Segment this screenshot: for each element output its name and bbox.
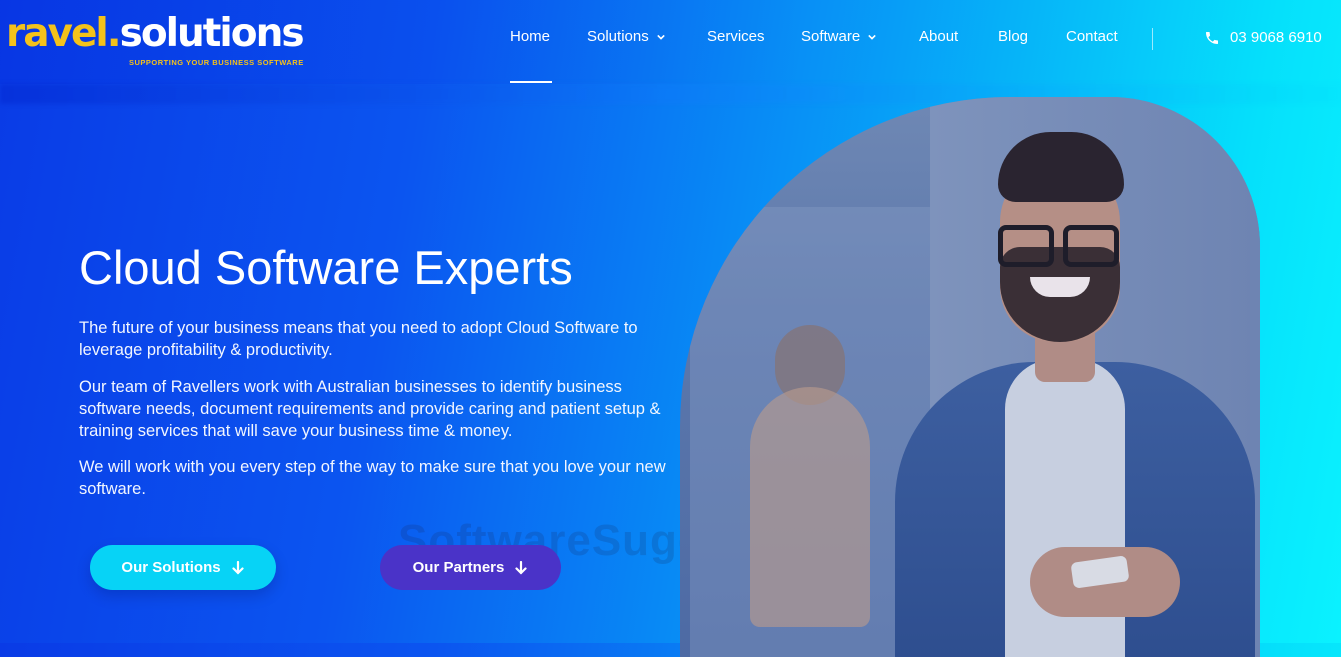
- nav-item-home[interactable]: Home: [510, 28, 550, 45]
- our-partners-button[interactable]: Our Partners: [380, 545, 561, 590]
- arrow-down-icon: [231, 560, 244, 575]
- hero-paragraph-3: We will work with you every step of the …: [79, 458, 666, 498]
- nav-active-indicator: [510, 81, 552, 83]
- nav-item-solutions[interactable]: Solutions: [587, 28, 665, 45]
- nav-item-label: Solutions: [587, 28, 649, 45]
- nav-item-label: Contact: [1066, 28, 1118, 45]
- photo-glasses-right: [1063, 225, 1119, 267]
- hero-paragraph-1: The future of your business means that y…: [79, 319, 638, 359]
- hero-paragraph-2: Our team of Ravellers work with Australi…: [79, 378, 661, 440]
- hero-photo: [680, 97, 1260, 657]
- button-label: Our Solutions: [121, 559, 221, 576]
- nav-item-blog[interactable]: Blog: [998, 28, 1028, 45]
- chevron-down-icon: [656, 34, 665, 40]
- nav-item-services[interactable]: Services: [707, 28, 765, 45]
- nav-item-about[interactable]: About: [919, 28, 958, 45]
- button-label: Our Partners: [412, 559, 505, 576]
- nav-item-contact[interactable]: Contact: [1066, 28, 1118, 45]
- our-solutions-button[interactable]: Our Solutions: [90, 545, 276, 590]
- nav-item-label: Home: [510, 28, 551, 45]
- main-nav: Home Solutions Services Software About B…: [0, 28, 1341, 52]
- nav-item-label: Blog: [998, 28, 1029, 45]
- logo-tagline: SUPPORTING YOUR BUSINESS SOFTWARE: [129, 58, 304, 67]
- arrow-down-icon: [515, 560, 527, 575]
- phone-number: 03 9068 6910: [1230, 29, 1322, 46]
- chevron-down-icon: [868, 34, 876, 40]
- phone-link[interactable]: 03 9068 6910: [1204, 29, 1322, 46]
- nav-item-software[interactable]: Software: [801, 28, 876, 45]
- nav-item-label: Services: [707, 28, 765, 45]
- photo-glasses-left: [998, 225, 1054, 267]
- hero-title: Cloud Software Experts: [79, 241, 573, 294]
- nav-item-label: Software: [801, 28, 861, 45]
- nav-divider: [1152, 28, 1153, 50]
- phone-icon: [1206, 31, 1218, 44]
- photo-background-person-body: [750, 387, 870, 627]
- nav-item-label: About: [919, 28, 959, 45]
